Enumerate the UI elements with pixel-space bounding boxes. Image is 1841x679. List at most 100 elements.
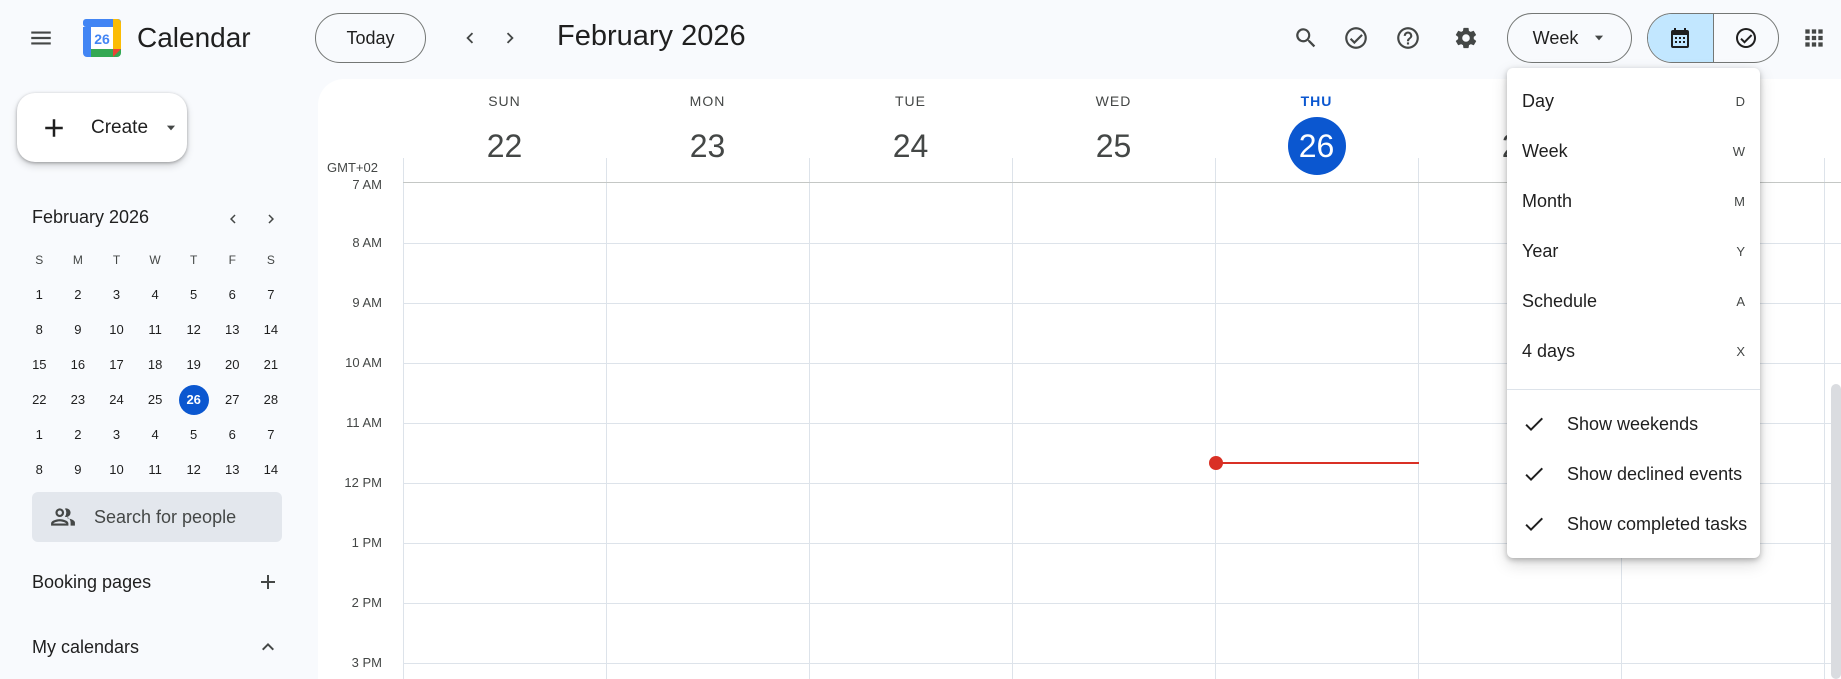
option-show-weekends[interactable]: Show weekends [1507,399,1760,449]
mini-calendar-weekday: T [190,252,198,267]
mini-calendar-day[interactable]: 14 [252,462,291,477]
mini-calendar-day[interactable]: 11 [136,462,175,477]
my-calendars-heading[interactable]: My calendars [32,637,139,658]
mini-calendar-day-number: 10 [109,322,124,337]
mini-calendar-day[interactable]: 7 [252,427,291,442]
mini-calendar-next-button[interactable] [258,206,284,232]
mini-calendar-day[interactable]: 12 [174,462,213,477]
date-number[interactable]: 25 [1085,117,1143,175]
mini-calendar-day[interactable]: 15 [20,357,59,372]
mini-calendar-day[interactable]: 3 [97,427,136,442]
option-label: Show completed tasks [1567,513,1748,534]
view-option-year[interactable]: Year Y [1507,226,1760,276]
date-number[interactable]: 22 [476,117,534,175]
mini-calendar-day-number: 26 [178,384,209,415]
help-button[interactable] [1386,16,1430,60]
mini-calendar-day[interactable]: 9 [59,462,98,477]
date-number[interactable]: 24 [882,117,940,175]
mini-calendar-day[interactable]: 25 [136,392,175,407]
mini-calendar-day[interactable]: 19 [174,357,213,372]
option-show-completed-tasks[interactable]: Show completed tasks [1507,499,1760,549]
mini-calendar-day[interactable]: 20 [213,357,252,372]
calendar-view-toggle[interactable] [1648,14,1713,62]
mini-calendar-day[interactable]: 13 [213,322,252,337]
mini-calendar-day[interactable]: 5 [174,427,213,442]
mini-calendar-day-number: 21 [263,357,279,372]
today-button[interactable]: Today [315,13,426,63]
mini-calendar-day-number: 9 [74,462,82,477]
mini-calendar-day[interactable]: 1 [20,427,59,442]
mini-calendar-day[interactable]: 11 [136,322,175,337]
mini-calendar-today[interactable]: 26 [174,384,213,415]
mini-calendar-day[interactable]: 12 [174,322,213,337]
mini-calendar-day[interactable]: 14 [252,322,291,337]
mini-calendar-day[interactable]: 1 [20,287,59,302]
mini-calendar-day[interactable]: 5 [174,287,213,302]
tasks-view-toggle[interactable] [1712,14,1779,62]
view-option-day[interactable]: Day D [1507,76,1760,126]
calendar-logo[interactable]: 26 [81,17,123,59]
next-period-button[interactable] [490,18,530,58]
mini-calendar-day[interactable]: 13 [213,462,252,477]
mini-calendar-day[interactable]: 8 [20,322,59,337]
mini-calendar-day-number: 15 [32,357,47,372]
booking-pages-heading[interactable]: Booking pages [32,572,151,593]
view-option-week[interactable]: Week W [1507,126,1760,176]
option-show-declined-events[interactable]: Show declined events [1507,449,1760,499]
mini-calendar-day[interactable]: 3 [97,287,136,302]
previous-period-button[interactable] [450,18,490,58]
mini-calendar-day[interactable]: 10 [97,462,136,477]
mini-calendar-day[interactable]: 21 [252,357,291,372]
mini-calendar-day[interactable]: 18 [136,357,175,372]
mini-calendar-week: 1 2 3 4 5 6 7 [20,277,292,312]
calendar-logo-icon: 26 [83,19,121,57]
mini-calendar-day-number: 5 [190,287,198,302]
mini-calendar-day[interactable]: 17 [97,357,136,372]
mini-calendar-day[interactable]: 4 [136,287,175,302]
vertical-scrollbar[interactable] [1831,384,1841,679]
tasks-button[interactable] [1334,16,1378,60]
day-header-thu[interactable]: THU 26 [1215,79,1418,182]
mini-calendar: S M T W T F S 1 2 3 4 5 6 7 8 9 10 11 12 13 14 15 16 17 18 19 20 21… [20,242,292,487]
mini-calendar-day[interactable]: 2 [59,287,98,302]
view-option-label: Month [1522,190,1573,211]
mini-calendar-prev-button[interactable] [220,206,246,232]
view-option-4-days[interactable]: 4 days X [1507,326,1760,376]
view-option-schedule[interactable]: Schedule A [1507,276,1760,326]
date-number[interactable]: 23 [679,117,737,175]
hour-label: 7 AM [352,177,382,192]
mini-calendar-weekday: T [112,252,121,267]
hour-label: 12 PM [344,475,382,490]
mini-calendar-day[interactable]: 27 [213,392,252,407]
mini-calendar-day[interactable]: 7 [252,287,291,302]
day-header-tue[interactable]: TUE 24 [809,79,1012,182]
collapse-my-calendars-button[interactable] [254,633,282,661]
mini-calendar-day[interactable]: 8 [20,462,59,477]
today-date-number[interactable]: 26 [1287,117,1346,175]
mini-calendar-day-number: 27 [225,392,240,407]
mini-calendar-day[interactable]: 9 [59,322,98,337]
mini-calendar-day[interactable]: 28 [252,392,291,407]
settings-button[interactable] [1444,16,1488,60]
mini-calendar-day[interactable]: 4 [136,427,175,442]
mini-calendar-day[interactable]: 6 [213,287,252,302]
search-people-field[interactable]: Search for people [32,492,282,542]
create-button[interactable]: Create [17,93,187,162]
view-switcher-button[interactable]: Week [1507,13,1632,63]
add-booking-page-button[interactable] [254,568,282,596]
mini-calendar-day[interactable]: 23 [59,392,98,407]
mini-calendar-weekday-row: SMTWTFS [20,242,292,277]
mini-calendar-day[interactable]: 24 [97,392,136,407]
google-apps-button[interactable] [1792,16,1836,60]
day-header-sun[interactable]: SUN 22 [403,79,606,182]
main-menu-button[interactable] [19,16,63,60]
mini-calendar-day[interactable]: 16 [59,357,98,372]
mini-calendar-day[interactable]: 6 [213,427,252,442]
mini-calendar-day[interactable]: 22 [20,392,59,407]
search-button[interactable] [1284,16,1328,60]
day-header-wed[interactable]: WED 25 [1012,79,1215,182]
day-header-mon[interactable]: MON 23 [606,79,809,182]
mini-calendar-day[interactable]: 10 [97,322,136,337]
mini-calendar-day[interactable]: 2 [59,427,98,442]
view-option-month[interactable]: Month M [1507,176,1760,226]
